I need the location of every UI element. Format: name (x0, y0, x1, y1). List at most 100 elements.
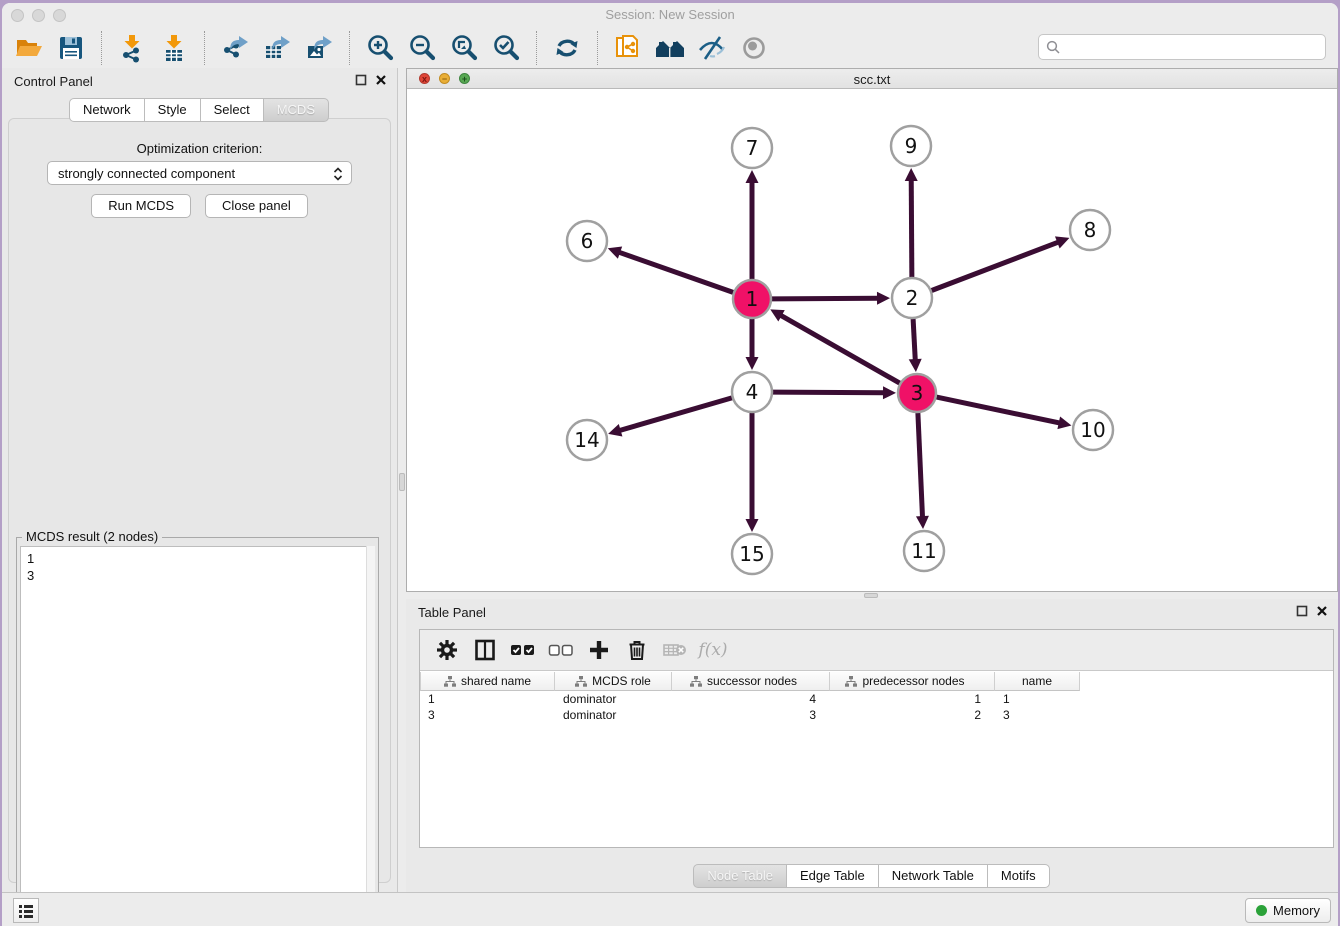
close-panel-icon[interactable] (1316, 605, 1328, 617)
hide-panels-button[interactable] (695, 31, 729, 65)
task-history-button[interactable] (13, 898, 39, 923)
table-settings-button[interactable] (432, 635, 462, 665)
graph-edge[interactable] (618, 252, 733, 292)
zoom-fit-button[interactable] (447, 31, 481, 65)
table-cell[interactable]: 1 (995, 691, 1080, 707)
open-session-button[interactable] (12, 31, 46, 65)
column-header-successor-nodes[interactable]: successor nodes (672, 672, 830, 691)
splitter-handle[interactable] (399, 473, 405, 491)
add-row-button[interactable] (584, 635, 614, 665)
graph-node-2[interactable]: 2 (892, 278, 932, 318)
vertical-splitter[interactable] (398, 68, 406, 895)
zoom-in-button[interactable] (363, 31, 397, 65)
select-all-checkboxes-button[interactable] (508, 635, 538, 665)
export-network-button[interactable] (218, 31, 252, 65)
graph-edge[interactable] (911, 179, 912, 277)
graph-node-4[interactable]: 4 (732, 372, 772, 412)
close-panel-icon[interactable] (375, 74, 387, 86)
zoom-fit-icon (449, 33, 479, 63)
tab-style[interactable]: Style (144, 98, 201, 122)
horizontal-splitter[interactable] (406, 592, 1338, 599)
table-cell[interactable]: 2 (830, 707, 995, 723)
graph-edge[interactable] (932, 242, 1060, 291)
zoom-out-button[interactable] (405, 31, 439, 65)
tab-motifs[interactable]: Motifs (987, 864, 1050, 888)
export-table-button[interactable] (260, 31, 294, 65)
graph-edge[interactable] (780, 315, 900, 383)
network-canvas[interactable]: 7 9 6 8 1 2 4 3 14 10 15 11 (407, 89, 1337, 591)
network-overview-button[interactable] (653, 31, 687, 65)
unchecked-boxes-icon (548, 637, 574, 663)
column-header-shared-name[interactable]: shared name (420, 672, 555, 691)
chevron-up-down-icon (333, 166, 343, 182)
search-input[interactable] (1066, 40, 1325, 55)
tab-network[interactable]: Network (69, 98, 145, 122)
apply-layout-button[interactable] (550, 31, 584, 65)
splitter-handle[interactable] (864, 593, 878, 598)
table-cell[interactable]: dominator (555, 691, 672, 707)
tab-network-table[interactable]: Network Table (878, 864, 988, 888)
column-header-predecessor-nodes[interactable]: predecessor nodes (830, 672, 995, 691)
run-mcds-button[interactable]: Run MCDS (91, 194, 191, 218)
tab-node-table[interactable]: Node Table (693, 864, 787, 888)
import-network-button[interactable] (115, 31, 149, 65)
optimization-criterion-select[interactable]: strongly connected component (47, 161, 352, 185)
table-cell[interactable]: dominator (555, 707, 672, 723)
table-cell[interactable]: 3 (420, 707, 555, 723)
graph-node-9[interactable]: 9 (891, 126, 931, 166)
table-panel: Table Panel (406, 599, 1338, 895)
graph-node-14[interactable]: 14 (567, 420, 607, 460)
function-builder-button[interactable]: f(x) (698, 635, 728, 665)
zoom-selected-button[interactable] (489, 31, 523, 65)
memory-button[interactable]: Memory (1245, 898, 1331, 923)
clear-checkboxes-button[interactable] (546, 635, 576, 665)
clone-network-button[interactable] (611, 31, 645, 65)
save-session-button[interactable] (54, 31, 88, 65)
column-header-mcds-role[interactable]: MCDS role (555, 672, 672, 691)
graph-edge[interactable] (913, 319, 915, 361)
table-cell[interactable]: 3 (995, 707, 1080, 723)
table-cell[interactable]: 1 (830, 691, 995, 707)
graph-edge[interactable] (772, 298, 879, 299)
graph-edge[interactable] (773, 392, 885, 393)
export-image-button[interactable] (302, 31, 336, 65)
show-panels-button[interactable] (737, 31, 771, 65)
tab-edge-table[interactable]: Edge Table (786, 864, 879, 888)
table-body[interactable]: 1dominator4113dominator323 (420, 691, 1333, 847)
graph-node-8[interactable]: 8 (1070, 210, 1110, 250)
graph-node-1[interactable]: 1 (733, 280, 771, 318)
float-panel-icon[interactable] (1296, 605, 1308, 617)
graph-node-7[interactable]: 7 (732, 128, 772, 168)
table-row[interactable]: 1dominator411 (420, 691, 1333, 707)
graph-node-15[interactable]: 15 (732, 534, 772, 574)
tab-select[interactable]: Select (200, 98, 264, 122)
graph-edge[interactable] (937, 397, 1061, 423)
delete-table-button[interactable] (660, 635, 690, 665)
float-panel-icon[interactable] (355, 74, 367, 86)
zoom-out-icon (407, 33, 437, 63)
graph-node-3[interactable]: 3 (898, 374, 936, 412)
delete-row-button[interactable] (622, 635, 652, 665)
graph-node-11[interactable]: 11 (904, 531, 944, 571)
window-title: Session: New Session (2, 7, 1338, 22)
toolbar-search[interactable] (1038, 34, 1326, 60)
graph-node-10[interactable]: 10 (1073, 410, 1113, 450)
table-cell[interactable]: 1 (420, 691, 555, 707)
mcds-result-text[interactable]: 1 3 (20, 546, 375, 913)
result-scrollbar[interactable] (366, 546, 375, 913)
show-columns-button[interactable] (470, 635, 500, 665)
graph-edge[interactable] (619, 398, 732, 431)
table-cell[interactable]: 4 (672, 691, 830, 707)
close-panel-button[interactable]: Close panel (205, 194, 308, 218)
houses-icon (654, 33, 686, 63)
graph-edge-arrowhead (877, 292, 890, 305)
tab-mcds[interactable]: MCDS (263, 98, 329, 122)
table-cell[interactable]: 3 (672, 707, 830, 723)
column-header-name[interactable]: name (995, 672, 1080, 691)
trash-icon (625, 638, 649, 662)
graph-edge[interactable] (918, 413, 923, 518)
export-image-icon (304, 33, 334, 63)
graph-node-6[interactable]: 6 (567, 221, 607, 261)
import-table-button[interactable] (157, 31, 191, 65)
table-row[interactable]: 3dominator323 (420, 707, 1333, 723)
